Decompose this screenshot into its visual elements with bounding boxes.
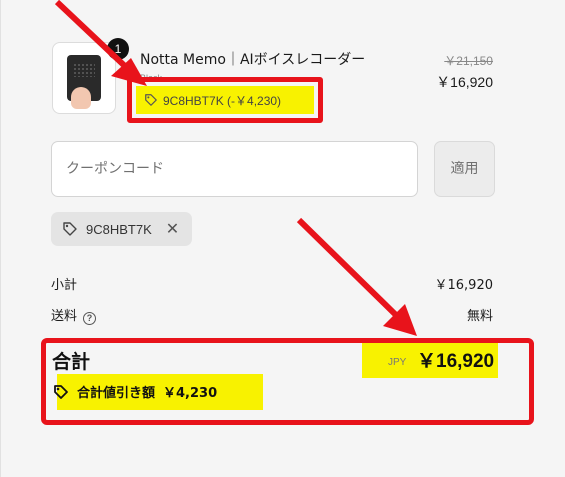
total-savings: 合計値引き額 ￥4,230 bbox=[53, 382, 217, 401]
arrow-middle bbox=[296, 217, 417, 336]
hand-image bbox=[71, 87, 91, 109]
sale-price: ￥16,920 bbox=[436, 74, 493, 90]
applied-coupon-chip: 9C8HBT7K ✕ bbox=[51, 212, 192, 246]
help-icon[interactable]: ? bbox=[83, 312, 97, 325]
total-label: 合計 bbox=[52, 351, 91, 373]
currency-code: JPY bbox=[388, 357, 407, 368]
product-discount-line: 9C8HBT7K (-￥4,230) bbox=[136, 86, 314, 114]
original-price: ￥21,150 bbox=[444, 54, 493, 68]
savings-label: 合計値引き額 bbox=[77, 386, 156, 401]
product-thumbnail bbox=[52, 42, 116, 114]
tag-icon bbox=[63, 222, 77, 236]
product-discount-text: 9C8HBT7K (-￥4,230) bbox=[163, 93, 282, 108]
remove-coupon-icon[interactable]: ✕ bbox=[166, 219, 179, 239]
tag-icon bbox=[145, 94, 157, 106]
quantity-badge: 1 bbox=[107, 38, 129, 60]
subtotal-label: 小計 bbox=[51, 278, 78, 293]
shipping-value: 無料 bbox=[466, 309, 493, 324]
apply-coupon-button[interactable]: 適用 bbox=[434, 141, 495, 197]
total-amount: ￥16,920 bbox=[417, 351, 495, 372]
shipping-label: 送料 bbox=[51, 309, 78, 324]
product-title: Notta Memo｜AIボイスレコーダー bbox=[140, 52, 366, 68]
annotation-box-discount: 9C8HBT7K (-￥4,230) bbox=[127, 77, 323, 123]
coupon-code-input[interactable] bbox=[51, 141, 418, 197]
applied-coupon-code: 9C8HBT7K bbox=[86, 221, 152, 237]
shipping-row-label: 送料? bbox=[51, 305, 97, 325]
tag-icon bbox=[54, 384, 68, 399]
subtotal-value: ￥16,920 bbox=[434, 278, 494, 293]
order-summary-panel: 1 Notta Memo｜AIボイスレコーダー Black ￥21,150 ￥1… bbox=[0, 0, 565, 477]
savings-value: ￥4,230 bbox=[163, 386, 218, 401]
